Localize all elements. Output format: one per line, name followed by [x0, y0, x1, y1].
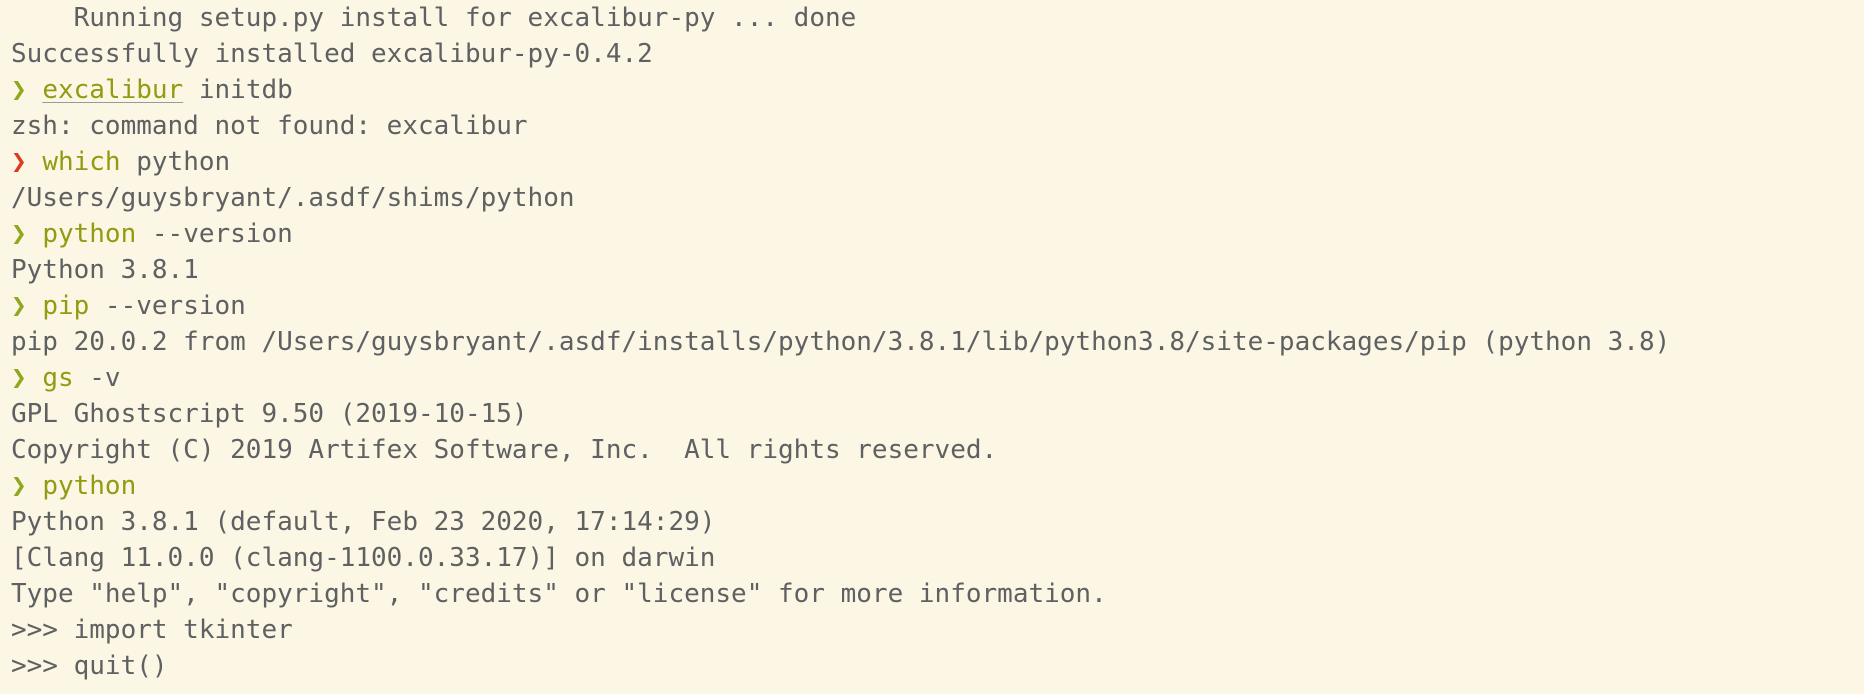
command-name: excalibur — [42, 75, 184, 105]
terminal-output[interactable]: Running setup.py install for excalibur-p… — [11, 0, 1864, 694]
output-line: Python 3.8.1 — [11, 255, 199, 285]
prompt-icon: ❯ — [11, 75, 27, 105]
command-args: initdb — [183, 75, 293, 105]
prompt-icon: ❯ — [11, 219, 27, 249]
command-name: pip — [42, 291, 90, 321]
output-line: >>> import tkinter — [11, 615, 293, 645]
prompt-spacer — [27, 363, 43, 393]
prompt-error-icon: ❯ — [11, 147, 27, 177]
command-args: python — [120, 147, 231, 177]
prompt-spacer — [27, 291, 43, 321]
output-line: /Users/guysbryant/.asdf/shims/python — [11, 183, 575, 213]
output-line: >>> quit() — [11, 651, 168, 681]
command-line: ❯ pip --version — [11, 288, 1864, 324]
output-line: [Clang 11.0.0 (clang-1100.0.33.17)] on d… — [11, 543, 716, 573]
command-line: ❯ excalibur initdb — [11, 72, 1864, 108]
command-line: ❯ which python — [11, 144, 1864, 180]
command-line: ❯ python — [11, 468, 1864, 504]
prompt-spacer — [27, 471, 43, 501]
output-line: Python 3.8.1 (default, Feb 23 2020, 17:1… — [11, 507, 716, 537]
prompt-icon: ❯ — [11, 471, 27, 501]
command-name: which — [42, 147, 121, 177]
output-line: pip 20.0.2 from /Users/guysbryant/.asdf/… — [11, 327, 1671, 357]
command-name: python — [42, 471, 137, 501]
output-line: zsh: command not found: excalibur — [11, 111, 528, 141]
command-args: --version — [89, 291, 246, 321]
output-line: Type "help", "copyright", "credits" or "… — [11, 579, 1107, 609]
output-line: Running setup.py install for excalibur-p… — [11, 3, 857, 33]
prompt-spacer — [27, 219, 43, 249]
command-line: ❯ python --version — [11, 216, 1864, 252]
command-args: -v — [73, 363, 121, 393]
command-args: --version — [136, 219, 293, 249]
prompt-spacer — [27, 75, 43, 105]
command-line: ❯ gs -v — [11, 360, 1864, 396]
prompt-icon: ❯ — [11, 363, 27, 393]
command-name: gs — [42, 363, 74, 393]
output-line: Successfully installed excalibur-py-0.4.… — [11, 39, 653, 69]
output-line: GPL Ghostscript 9.50 (2019-10-15) — [11, 399, 528, 429]
prompt-icon: ❯ — [11, 291, 27, 321]
command-name: python — [42, 219, 137, 249]
output-line: Copyright (C) 2019 Artifex Software, Inc… — [11, 435, 998, 465]
prompt-spacer — [27, 147, 43, 177]
